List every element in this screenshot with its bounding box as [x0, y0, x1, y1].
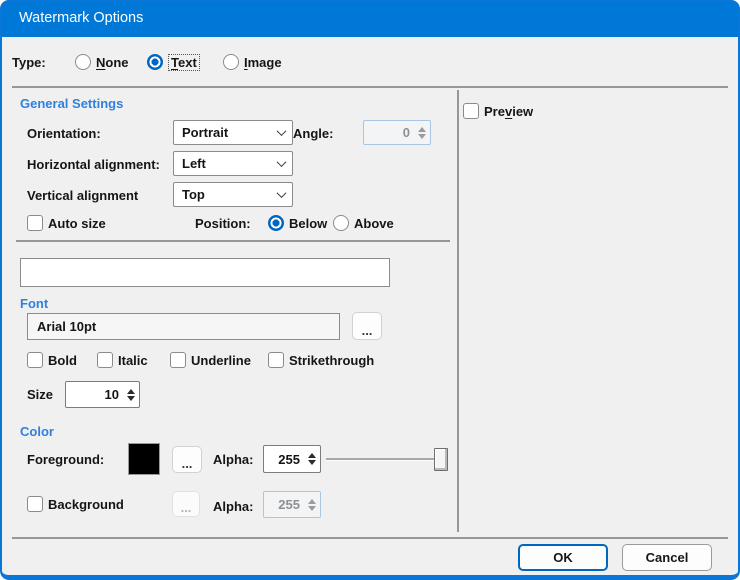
radio-icon [75, 54, 91, 70]
radio-checked-icon [147, 54, 163, 70]
checkbox-icon [268, 352, 284, 368]
radio-icon [223, 54, 239, 70]
orientation-value: Portrait [182, 125, 228, 140]
italic-label: Italic [118, 353, 148, 368]
checkbox-icon [170, 352, 186, 368]
background-color-browse-button: ... [172, 491, 200, 517]
position-radio-below[interactable]: Below [268, 213, 327, 233]
vertical-alignment-dropdown[interactable]: Top [173, 182, 293, 207]
angle-label: Angle: [293, 123, 333, 143]
preview-label: Preview [484, 104, 533, 119]
bold-label: Bold [48, 353, 77, 368]
strikethrough-checkbox[interactable]: Strikethrough [268, 350, 374, 370]
top-separator [12, 86, 728, 88]
chevron-down-icon [270, 152, 292, 175]
alpha-slider-track[interactable] [326, 458, 448, 461]
horizontal-alignment-dropdown[interactable]: Left [173, 151, 293, 176]
foreground-alpha-value: 255 [264, 452, 304, 467]
underline-checkbox[interactable]: Underline [170, 350, 251, 370]
spinner-arrows-icon [414, 121, 430, 144]
dialog-title: Watermark Options [19, 10, 143, 26]
auto-size-label: Auto size [48, 216, 106, 231]
watermark-options-dialog: Watermark Options Type: None Text Image … [0, 0, 740, 580]
foreground-alpha-label: Alpha: [213, 449, 253, 469]
foreground-color-browse-button[interactable]: ... [172, 446, 202, 473]
watermark-text-input[interactable] [20, 258, 390, 287]
underline-label: Underline [191, 353, 251, 368]
background-alpha-spinner: 255 [263, 491, 321, 518]
foreground-alpha-spinner[interactable]: 255 [263, 445, 321, 473]
font-header: Font [20, 296, 48, 311]
vertical-separator [457, 90, 459, 532]
size-value: 10 [66, 387, 123, 402]
checkbox-icon [463, 103, 479, 119]
font-name-value: Arial 10pt [37, 319, 96, 334]
size-spinner[interactable]: 10 [65, 381, 140, 408]
cancel-button[interactable]: Cancel [622, 544, 712, 571]
chevron-down-icon [270, 121, 292, 144]
italic-checkbox[interactable]: Italic [97, 350, 148, 370]
vertical-alignment-value: Top [182, 187, 205, 202]
radio-label: None [96, 55, 129, 70]
type-radio-none[interactable]: None [75, 52, 129, 72]
foreground-label: Foreground: [27, 449, 104, 469]
spinner-arrows-icon[interactable] [123, 382, 139, 407]
title-bar[interactable]: Watermark Options [0, 0, 740, 37]
mid-separator [16, 240, 450, 242]
position-radio-above[interactable]: Above [333, 213, 394, 233]
radio-checked-icon [268, 215, 284, 231]
background-alpha-label: Alpha: [213, 496, 253, 516]
orientation-label: Orientation: [27, 123, 101, 143]
font-name-field: Arial 10pt [27, 313, 340, 340]
ok-button[interactable]: OK [518, 544, 608, 571]
radio-icon [333, 215, 349, 231]
foreground-color-swatch [128, 443, 160, 475]
type-radio-text[interactable]: Text [147, 52, 200, 72]
background-label: Background [48, 497, 124, 512]
position-label: Position: [195, 213, 251, 233]
vertical-alignment-label: Vertical alignment [27, 185, 138, 205]
font-browse-button[interactable]: ... [352, 312, 382, 340]
checkbox-icon [27, 215, 43, 231]
spinner-arrows-icon [304, 492, 320, 517]
radio-label: Below [289, 216, 327, 231]
size-label: Size [27, 384, 53, 404]
chevron-down-icon [270, 183, 292, 206]
radio-label: Image [244, 55, 282, 70]
type-radio-image[interactable]: Image [223, 52, 282, 72]
angle-value: 0 [364, 125, 414, 140]
strikethrough-label: Strikethrough [289, 353, 374, 368]
bold-checkbox[interactable]: Bold [27, 350, 77, 370]
horizontal-alignment-value: Left [182, 156, 206, 171]
type-label: Type: [12, 52, 46, 72]
alpha-slider-thumb[interactable] [434, 448, 448, 471]
background-alpha-value: 255 [264, 497, 304, 512]
radio-label: Above [354, 216, 394, 231]
preview-checkbox[interactable]: Preview [463, 101, 533, 121]
background-checkbox[interactable]: Background [27, 494, 124, 514]
checkbox-icon [27, 352, 43, 368]
auto-size-checkbox[interactable]: Auto size [27, 213, 106, 233]
horizontal-alignment-label: Horizontal alignment: [27, 154, 160, 174]
checkbox-icon [27, 496, 43, 512]
checkbox-icon [97, 352, 113, 368]
spinner-arrows-icon[interactable] [304, 446, 320, 472]
radio-label: Text [168, 54, 200, 71]
orientation-dropdown[interactable]: Portrait [173, 120, 293, 145]
general-settings-header: General Settings [20, 96, 123, 111]
bottom-separator [12, 537, 728, 539]
color-header: Color [20, 424, 54, 439]
angle-spinner: 0 [363, 120, 431, 145]
